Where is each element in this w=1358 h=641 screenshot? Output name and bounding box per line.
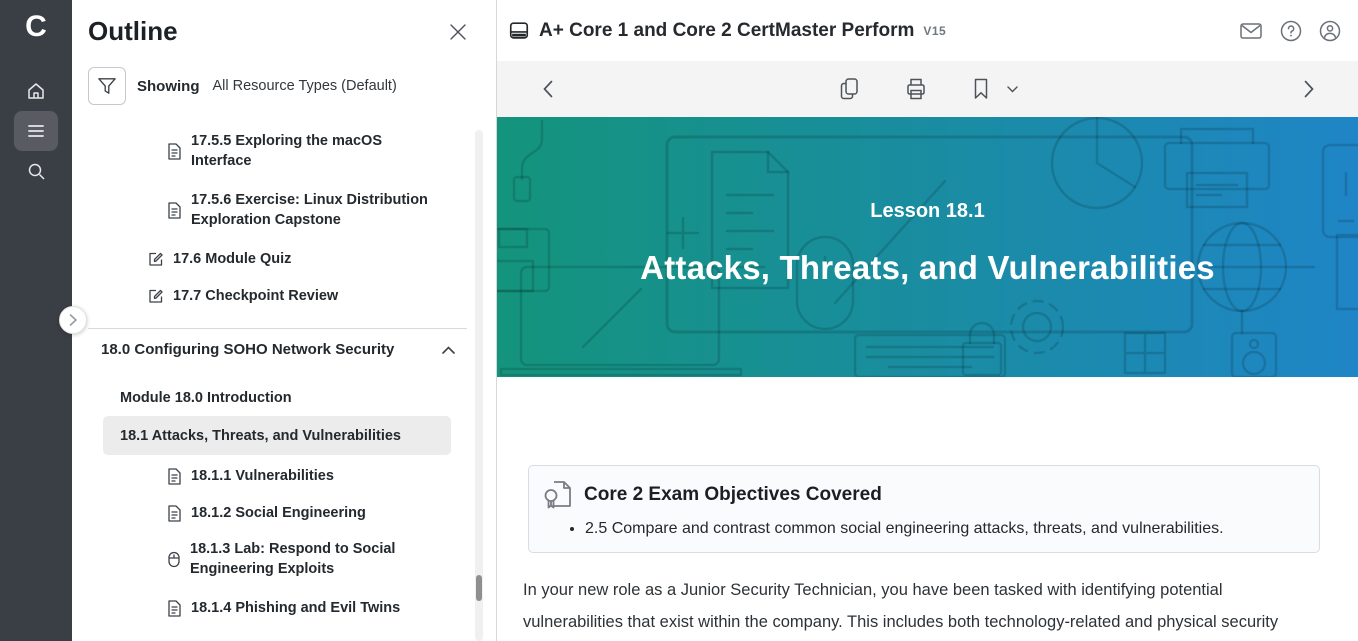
- main-area: A+ Core 1 and Core 2 CertMaster Perform …: [497, 0, 1358, 641]
- exam-objectives-header: Core 2 Exam Objectives Covered: [543, 479, 1301, 511]
- copy-button[interactable]: [839, 77, 859, 101]
- document-icon: [167, 599, 182, 617]
- outline-section-header[interactable]: 18.0 Configuring SOHO Network Security: [72, 340, 496, 360]
- course-version: V15: [923, 23, 947, 38]
- outline-item[interactable]: 18.1.2 Social Engineering: [72, 503, 496, 523]
- outline-item-label: 17.6 Module Quiz: [173, 251, 292, 267]
- lesson-toolbar: [497, 61, 1358, 117]
- mail-button[interactable]: [1239, 21, 1263, 41]
- course-header: A+ Core 1 and Core 2 CertMaster Perform …: [497, 0, 1358, 61]
- bookmark-group: [973, 78, 1018, 100]
- outline-item-label: 18.1.1 Vulnerabilities: [191, 468, 334, 484]
- search-icon: [28, 163, 45, 180]
- document-icon: [167, 467, 182, 485]
- outline-menu-icon: [28, 125, 44, 137]
- lesson-title: Attacks, Threats, and Vulnerabilities: [640, 249, 1215, 286]
- outline-item-label: 17.5.6 Exercise: Linux Distribution Expl…: [191, 192, 428, 228]
- document-icon: [167, 201, 182, 219]
- filter-funnel-icon: [98, 78, 116, 94]
- outline-section-label: 18.0 Configuring SOHO Network Security: [101, 341, 395, 358]
- outline-header: Outline: [72, 0, 496, 47]
- outline-scrollbar[interactable]: [475, 130, 483, 641]
- close-icon: [450, 24, 466, 40]
- next-page-button[interactable]: [1304, 80, 1314, 98]
- outline-item-label: Module 18.0 Introduction: [120, 390, 292, 406]
- collapse-panel-handle[interactable]: [59, 306, 87, 334]
- outline-item-module-intro[interactable]: Module 18.0 Introduction: [72, 388, 496, 408]
- home-icon: [28, 83, 44, 99]
- outline-item-label: 18.1 Attacks, Threats, and Vulnerabiliti…: [120, 428, 401, 444]
- outline-item[interactable]: 18.1.1 Vulnerabilities: [72, 466, 496, 486]
- close-outline-button[interactable]: [448, 16, 468, 45]
- outline-item[interactable]: 17.5.6 Exercise: Linux Distribution Expl…: [72, 190, 496, 230]
- lesson-content: Core 2 Exam Objectives Covered 2.5 Compa…: [497, 377, 1358, 641]
- edit-icon: [148, 288, 164, 304]
- outline-divider: [88, 328, 467, 329]
- outline-item-label: 18.1.4 Phishing and Evil Twins: [191, 600, 401, 616]
- outline-menu-button[interactable]: [14, 111, 58, 151]
- outline-panel: Outline Showing All Resource Types (Defa…: [72, 0, 497, 641]
- lesson-number: Lesson 18.1: [870, 200, 985, 222]
- filter-row: Showing All Resource Types (Default): [88, 67, 496, 105]
- account-button[interactable]: [1319, 20, 1341, 42]
- course-icon: [508, 20, 530, 42]
- mail-icon: [1240, 22, 1262, 39]
- outline-item-label: 17.7 Checkpoint Review: [173, 288, 339, 304]
- account-icon: [1319, 20, 1341, 41]
- toolbar-center-group: [839, 77, 1018, 101]
- search-button[interactable]: [14, 151, 58, 191]
- app-root: C Outline Showing All Resource Types (De…: [0, 0, 1358, 641]
- help-button[interactable]: [1280, 20, 1302, 42]
- outline-item-current-lesson[interactable]: 18.1 Attacks, Threats, and Vulnerabiliti…: [103, 416, 451, 455]
- print-icon: [907, 78, 925, 100]
- outline-item[interactable]: 17.7 Checkpoint Review: [72, 286, 496, 306]
- lesson-paragraph: In your new role as a Junior Security Te…: [523, 581, 1279, 631]
- chevron-right-icon: [69, 314, 77, 326]
- chevron-right-icon: [1304, 80, 1314, 98]
- print-button[interactable]: [905, 77, 927, 101]
- course-title: A+ Core 1 and Core 2 CertMaster Perform: [539, 19, 915, 41]
- outline-item[interactable]: 18.1.4 Phishing and Evil Twins: [72, 598, 496, 618]
- chevron-up-icon[interactable]: [442, 346, 455, 354]
- copy-icon: [840, 78, 858, 100]
- outline-item-label: 18.1.3 Lab: Respond to Social Engineerin…: [190, 541, 396, 577]
- outline-scrollbar-thumb[interactable]: [476, 575, 482, 601]
- outline-item[interactable]: 17.6 Module Quiz: [72, 249, 496, 269]
- brand-logo: C: [25, 10, 47, 43]
- exam-objectives-list: 2.5 Compare and contrast common social e…: [543, 520, 1301, 538]
- exam-objectives-title: Core 2 Exam Objectives Covered: [584, 484, 882, 505]
- bookmark-menu-button[interactable]: [1007, 85, 1018, 93]
- header-actions: [1239, 20, 1341, 42]
- document-icon: [167, 142, 182, 160]
- previous-page-button[interactable]: [543, 80, 553, 98]
- chevron-left-icon: [543, 80, 553, 98]
- outline-item-label: 18.1.2 Social Engineering: [191, 505, 366, 521]
- bookmark-icon: [974, 78, 988, 99]
- hero-text: Lesson 18.1 Attacks, Threats, and Vulner…: [497, 117, 1358, 287]
- help-icon: [1280, 20, 1302, 41]
- caret-down-icon: [1007, 85, 1018, 92]
- certificate-document-icon: [543, 479, 573, 511]
- outline-title: Outline: [88, 16, 178, 46]
- outline-item-label: 17.5.5 Exploring the macOS Interface: [191, 133, 382, 169]
- lesson-hero-banner: Lesson 18.1 Attacks, Threats, and Vulner…: [497, 117, 1358, 377]
- filter-button[interactable]: [88, 67, 126, 105]
- filter-value[interactable]: All Resource Types (Default): [213, 78, 397, 94]
- exam-objective-item: 2.5 Compare and contrast common social e…: [585, 520, 1301, 538]
- edit-icon: [148, 251, 164, 267]
- outline-item[interactable]: 18.1.3 Lab: Respond to Social Engineerin…: [72, 539, 496, 579]
- rail-nav: [14, 71, 58, 191]
- home-button[interactable]: [14, 71, 58, 111]
- outline-tree: 17.5.5 Exploring the macOS Interface 17.…: [72, 131, 496, 618]
- outline-item[interactable]: 17.5.5 Exploring the macOS Interface: [72, 131, 496, 171]
- document-icon: [167, 504, 182, 522]
- bookmark-button[interactable]: [973, 78, 989, 100]
- lab-mouse-icon: [167, 551, 181, 568]
- showing-label: Showing: [137, 77, 200, 95]
- exam-objectives-box: Core 2 Exam Objectives Covered 2.5 Compa…: [528, 465, 1320, 553]
